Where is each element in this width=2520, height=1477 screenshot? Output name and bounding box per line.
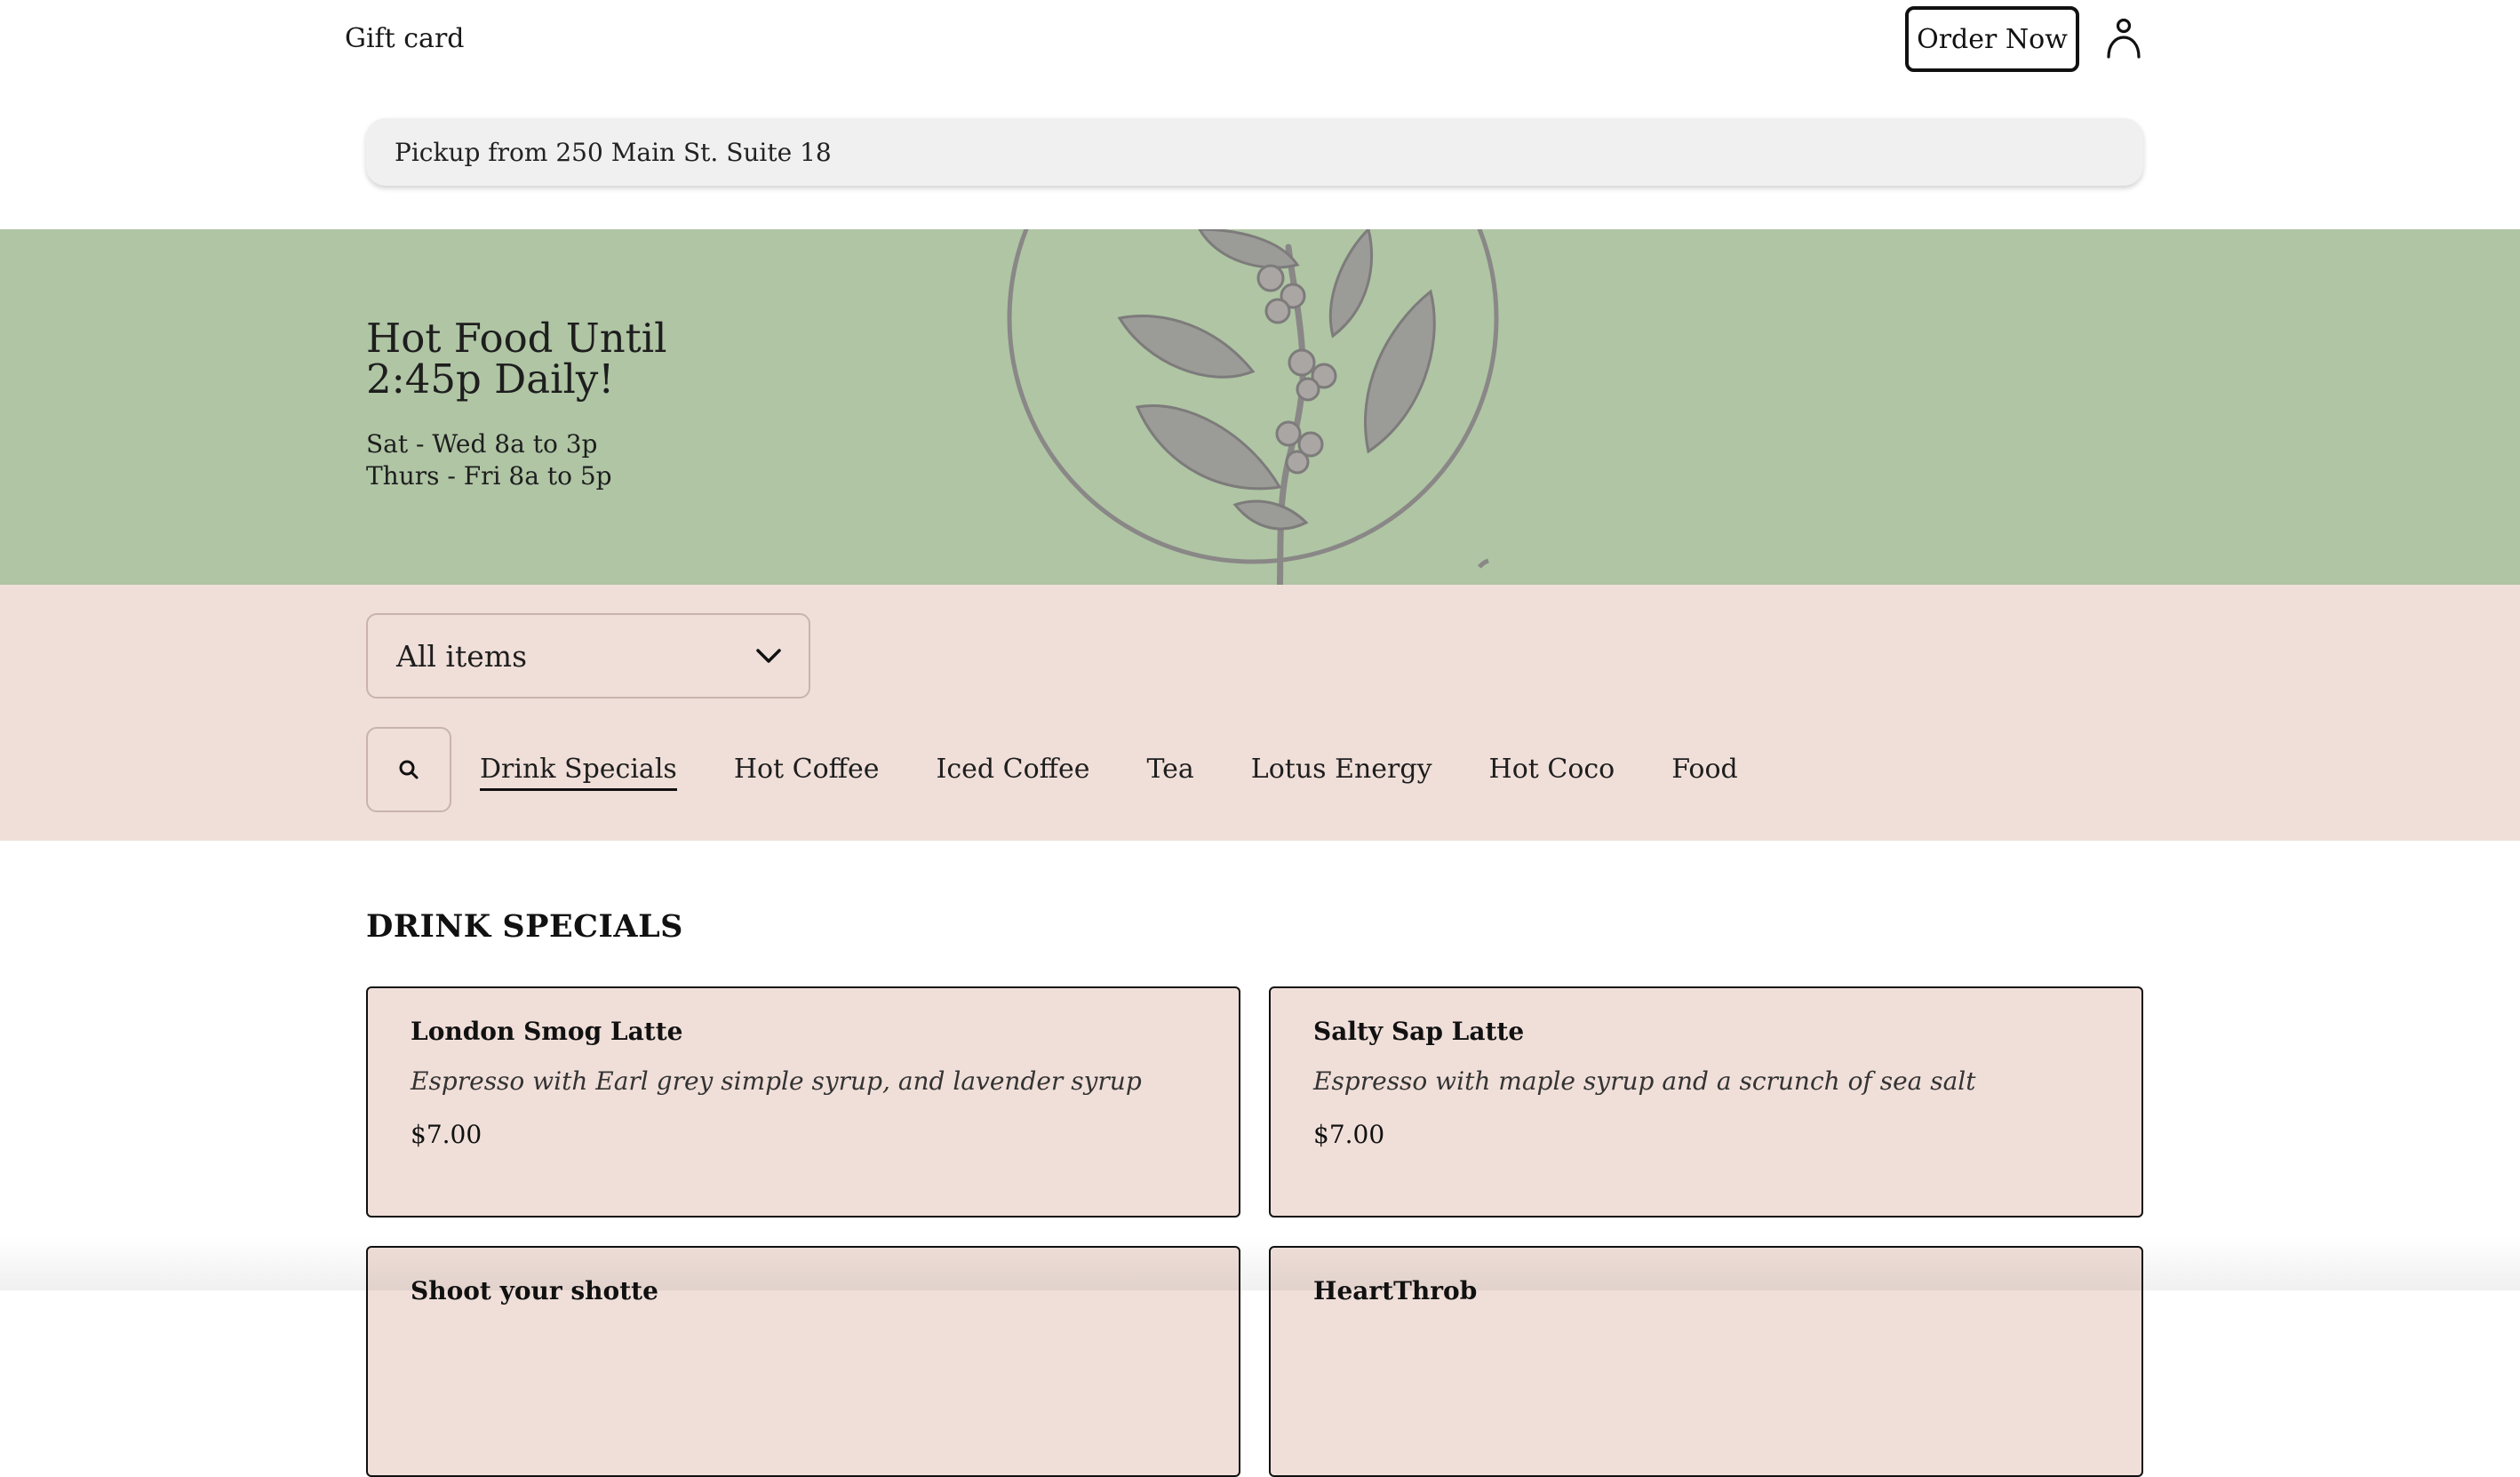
menu-item-name: Salty Sap Latte bbox=[1313, 1017, 1525, 1046]
pickup-location-label: Pickup from 250 Main St. Suite 18 bbox=[395, 137, 832, 167]
tab-iced-coffee[interactable]: Iced Coffee bbox=[936, 754, 1089, 791]
menu-item-name: London Smog Latte bbox=[411, 1017, 683, 1046]
tab-hot-coco[interactable]: Hot Coco bbox=[1489, 754, 1615, 791]
menu-item-description: Espresso with maple syrup and a scrunch … bbox=[1313, 1066, 1976, 1096]
category-tabs: Drink Specials Hot Coffee Iced Coffee Te… bbox=[480, 754, 1738, 791]
menu-item-card[interactable]: London Smog Latte Espresso with Earl gre… bbox=[366, 986, 1240, 1218]
menu-search-button[interactable] bbox=[366, 727, 451, 812]
menu-filters: All items Drink Specials Hot Coffee Iced… bbox=[0, 585, 2520, 841]
gift-card-link[interactable]: Gift card bbox=[345, 23, 465, 54]
category-dropdown[interactable]: All items bbox=[366, 613, 810, 699]
hero-banner: Hot Food Until 2:45p Daily! Sat - Wed 8a… bbox=[0, 229, 2520, 585]
menu-item-name: HeartThrob bbox=[1313, 1276, 1478, 1305]
chevron-down-icon bbox=[756, 649, 781, 663]
hours-line-2: Thurs - Fri 8a to 5p bbox=[366, 461, 612, 491]
store-hours: Sat - Wed 8a to 3p Thurs - Fri 8a to 5p bbox=[366, 428, 612, 492]
tab-food[interactable]: Food bbox=[1671, 754, 1738, 791]
order-now-button[interactable]: Order Now bbox=[1905, 6, 2079, 72]
menu-item-price: $7.00 bbox=[411, 1120, 482, 1149]
menu-item-price: $7.00 bbox=[1313, 1120, 1385, 1149]
menu-item-card[interactable]: Shoot your shotte bbox=[366, 1246, 1240, 1477]
search-icon bbox=[399, 760, 419, 779]
category-dropdown-value: All items bbox=[396, 638, 528, 674]
pickup-location-selector[interactable]: Pickup from 250 Main St. Suite 18 bbox=[366, 118, 2143, 186]
hours-line-1: Sat - Wed 8a to 3p bbox=[366, 429, 598, 459]
person-icon[interactable] bbox=[2106, 18, 2141, 59]
menu-item-card[interactable]: Salty Sap Latte Espresso with maple syru… bbox=[1269, 986, 2143, 1218]
tab-hot-coffee[interactable]: Hot Coffee bbox=[734, 754, 880, 791]
menu-item-description: Espresso with Earl grey simple syrup, an… bbox=[411, 1066, 1142, 1096]
menu-item-name: Shoot your shotte bbox=[411, 1276, 658, 1305]
hero-title: Hot Food Until 2:45p Daily! bbox=[366, 318, 739, 400]
hero-title-line-2: 2:45p Daily! bbox=[366, 355, 615, 403]
coffee-plant-icon bbox=[1007, 229, 1499, 585]
menu-item-card[interactable]: HeartThrob bbox=[1269, 1246, 2143, 1477]
top-bar: Gift card Order Now bbox=[0, 0, 2520, 85]
section-title: DRINK SPECIALS bbox=[366, 908, 683, 945]
tab-lotus-energy[interactable]: Lotus Energy bbox=[1251, 754, 1432, 791]
tab-tea[interactable]: Tea bbox=[1146, 754, 1193, 791]
tab-drink-specials[interactable]: Drink Specials bbox=[480, 754, 677, 791]
